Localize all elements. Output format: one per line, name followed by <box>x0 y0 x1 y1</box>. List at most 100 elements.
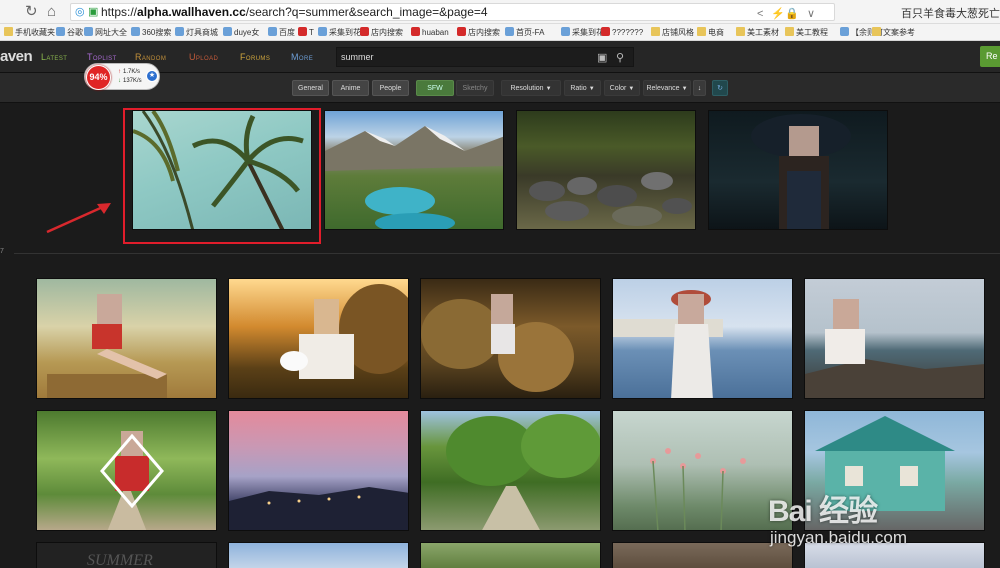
category-anime-toggle[interactable]: Anime <box>332 80 369 96</box>
caret-down-icon: ▼ <box>681 86 688 92</box>
bookmark-item[interactable]: 店内搜索 <box>360 26 403 39</box>
bookmark-item[interactable]: 美工素材 <box>736 26 779 39</box>
purity-sfw-toggle[interactable]: SFW <box>416 80 454 96</box>
wallpaper-thumbnail[interactable] <box>708 110 888 230</box>
wallpaper-thumbnail[interactable] <box>132 110 312 230</box>
sort-order-button[interactable]: ↓ <box>693 80 706 96</box>
bookmark-item[interactable]: 美工教程 <box>785 26 828 39</box>
site-logo[interactable]: aven <box>0 48 33 65</box>
bookmark-item[interactable]: 谷歌 <box>56 26 83 39</box>
bookmark-item[interactable]: T <box>298 26 314 39</box>
green-house-image <box>815 416 955 511</box>
reload-icon[interactable]: ↻ <box>25 4 38 19</box>
bookmark-item[interactable]: 店内搜索 <box>457 26 500 39</box>
nav-toplist[interactable]: Toplist <box>87 53 117 62</box>
nav-more[interactable]: More <box>291 53 313 62</box>
lock-small-icon[interactable]: 🔒 <box>785 6 799 22</box>
wallpaper-thumbnail[interactable] <box>612 410 793 531</box>
bookmark-item[interactable]: 店铺风格 <box>651 26 694 39</box>
camera-icon[interactable]: ▣ <box>597 51 607 64</box>
bookmark-item[interactable]: 灯具商城 <box>175 26 218 39</box>
network-speed-widget[interactable]: 94% ↑ 1.7K/s ↓ 137K/s ★ <box>84 63 160 90</box>
share-icon[interactable]: < <box>757 6 763 22</box>
bookmark-item[interactable]: 百度 <box>268 26 295 39</box>
refresh-icon: ↻ <box>717 85 723 92</box>
wallpaper-thumbnail[interactable] <box>36 410 217 531</box>
ratio-label: Ratio <box>570 85 587 92</box>
wallpaper-thumbnail[interactable] <box>612 542 793 568</box>
bookmark-item[interactable]: 首页-FA <box>505 26 544 39</box>
lightning-icon[interactable]: ⚡ <box>771 6 785 22</box>
category-people-toggle[interactable]: People <box>372 80 409 96</box>
page-icon <box>56 27 65 36</box>
svg-text:SUMMER: SUMMER <box>87 552 153 568</box>
wallpaper-thumbnail[interactable] <box>516 110 696 230</box>
wallpaper-thumbnail[interactable] <box>804 410 985 531</box>
bookmark-item[interactable]: 电商 <box>697 26 724 39</box>
summer-text-image: SUMMER <box>87 552 153 568</box>
folder-icon <box>785 27 794 36</box>
search-icon[interactable]: ⚲ <box>616 51 624 64</box>
search-input[interactable] <box>337 48 587 66</box>
accelerate-icon[interactable]: ★ <box>146 70 158 82</box>
bookmark-label: 电商 <box>708 28 724 37</box>
upload-speed-value: 1.7K/s <box>123 69 141 75</box>
woman-hat-image <box>751 114 851 229</box>
resolution-dropdown[interactable]: Resolution ▼ <box>501 80 561 96</box>
wallpaper-thumbnail[interactable] <box>612 278 793 399</box>
page-icon <box>561 27 570 36</box>
news-ticker[interactable]: 百只羊食毒大葱死亡 <box>901 5 1000 21</box>
ratio-dropdown[interactable]: Ratio ▼ <box>564 80 601 96</box>
bookmark-label: duye女 <box>234 28 260 37</box>
page-icon <box>268 27 277 36</box>
bookmark-label: 文案参考 <box>883 28 915 37</box>
woman-harbor-image <box>613 290 723 398</box>
red-icon <box>298 27 307 36</box>
wallpaper-thumbnail[interactable] <box>228 542 409 568</box>
color-label: Color <box>609 85 627 92</box>
wallpaper-thumbnail[interactable] <box>228 410 409 531</box>
wallpaper-thumbnail[interactable] <box>420 278 601 399</box>
purity-sketchy-toggle[interactable]: Sketchy <box>456 80 494 96</box>
register-button[interactable]: Re <box>980 46 1000 67</box>
memory-percent-badge[interactable]: 94% <box>86 65 111 90</box>
bookmark-item[interactable]: ??????? <box>601 26 643 39</box>
wallpaper-thumbnail[interactable] <box>804 542 985 568</box>
url-text[interactable]: https://alpha.wallhaven.cc/search?q=summ… <box>101 4 488 20</box>
page-icon <box>84 27 93 36</box>
sort-dropdown[interactable]: Relevance ▼ <box>643 80 691 96</box>
wallpaper-thumbnail[interactable] <box>36 278 217 399</box>
bookmark-item[interactable]: 360搜索 <box>131 26 171 39</box>
nav-forums[interactable]: Forums <box>240 53 270 62</box>
nav-random[interactable]: Random <box>135 53 166 62</box>
folder-icon <box>697 27 706 36</box>
red-icon <box>457 27 466 36</box>
wallpaper-thumbnail[interactable] <box>228 278 409 399</box>
color-dropdown[interactable]: Color ▼ <box>604 80 640 96</box>
bookmark-label: 网址大全 <box>95 28 127 37</box>
refresh-button[interactable]: ↻ <box>712 80 728 96</box>
wallpaper-thumbnail[interactable] <box>804 278 985 399</box>
bookmark-item[interactable]: huaban <box>411 26 449 39</box>
bookmark-item[interactable]: 文案参考 <box>872 26 915 39</box>
bookmark-item[interactable]: 网址大全 <box>84 26 127 39</box>
bookmark-item[interactable]: duye女 <box>223 26 259 39</box>
arrow-down-icon: ↓ <box>697 85 702 92</box>
chevron-down-icon[interactable]: ∨ <box>807 6 815 22</box>
nav-latest[interactable]: Latest <box>41 53 67 62</box>
caret-down-icon: ▼ <box>588 86 595 92</box>
search-box: ▣ ⚲ <box>336 47 634 67</box>
wallpaper-thumbnail[interactable]: SUMMER <box>36 542 217 568</box>
category-general-toggle[interactable]: General <box>292 80 329 96</box>
page-number: 7 <box>0 248 4 255</box>
wallpaper-thumbnail[interactable] <box>420 410 601 531</box>
wallpaper-thumbnail[interactable] <box>420 542 601 568</box>
bookmark-item[interactable]: 采集到花 <box>561 26 604 39</box>
bookmark-item[interactable]: 采集到花 <box>318 26 361 39</box>
address-bar[interactable]: ◎ ▣ https://alpha.wallhaven.cc/search?q=… <box>70 3 835 21</box>
nav-upload[interactable]: Upload <box>189 53 218 62</box>
park-path-image <box>446 414 600 530</box>
home-icon[interactable]: ⌂ <box>47 4 56 19</box>
bookmark-item[interactable]: 手机收藏夹 <box>4 26 55 39</box>
wallpaper-thumbnail[interactable] <box>324 110 504 230</box>
